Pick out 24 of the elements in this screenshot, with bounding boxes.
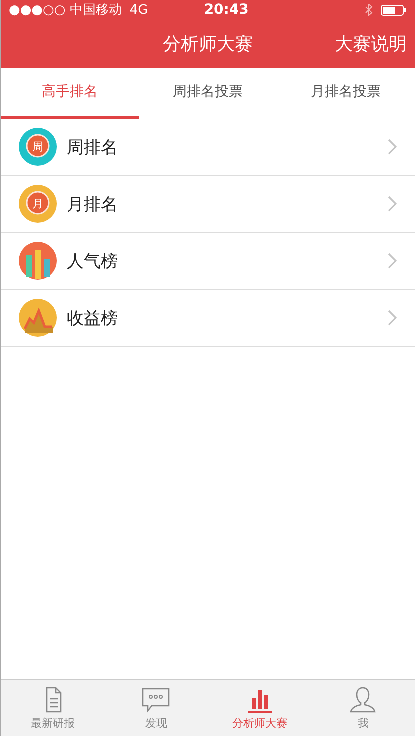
item-label: 收益榜 [67,308,119,330]
person-icon [348,686,378,714]
chevron-icon [387,196,397,212]
list-item[interactable]: 人气榜 [1,233,415,290]
tab-bar-item[interactable]: 分析师大赛 [208,680,312,736]
item-label: 周排名 [67,136,119,158]
network-text: 4G [130,2,148,18]
battery-icon [381,4,407,16]
list-item[interactable]: 月 月排名 [1,176,415,233]
list-item[interactable]: 收益榜 [1,290,415,347]
carrier-text: ●●●○○ 中国移动 [9,2,122,19]
bluetooth-icon [365,4,373,16]
page-title: 分析师大赛 [163,33,253,56]
list-item[interactable]: 周 周排名 [1,119,415,176]
item-label: 人气榜 [67,250,119,272]
chevron-icon [387,253,397,269]
chevron-icon [387,139,397,155]
rules-link[interactable]: 大赛说明 [335,32,407,56]
chat-icon [141,686,172,714]
status-time: 20:43 [203,2,250,18]
item-label: 月排名 [67,194,119,216]
badge-icon: 周 [19,128,57,166]
badge-icon: 月 [19,185,57,223]
chevron-icon [387,310,397,326]
